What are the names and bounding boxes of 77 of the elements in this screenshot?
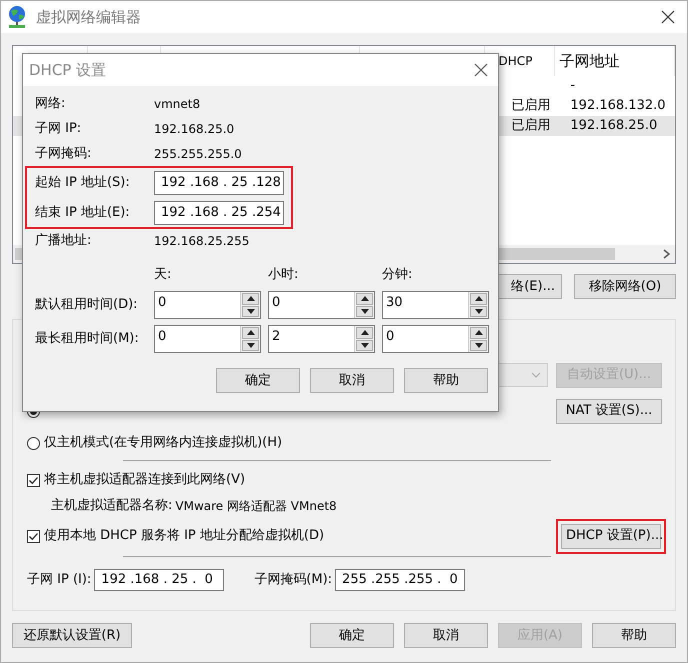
dialog-button[interactable]: 确定 — [310, 623, 394, 648]
restore-defaults-button[interactable]: 还原默认设置(R) — [12, 623, 132, 648]
adapter-name-value: VMware 网络适配器 VMnet8 — [175, 498, 337, 515]
spin-field[interactable]: 0 — [268, 291, 375, 319]
dialog-button[interactable]: 帮助 — [592, 623, 676, 648]
dhcp-settings-button[interactable]: DHCP 设置(P)... — [561, 524, 661, 548]
spin-field[interactable]: 2 — [268, 325, 375, 353]
ip-address-field[interactable]: 192 .168 . 25 .128 — [154, 170, 284, 194]
subnet-ip-label: 子网 IP (I): — [27, 571, 92, 590]
column-header[interactable]: 子网地址 — [559, 50, 620, 72]
info-value: vmnet8 — [154, 96, 200, 112]
field-value: 2 — [271, 328, 282, 346]
subnet-mask-label: 子网掩码(M): — [254, 571, 332, 590]
window-title: 虚拟网络编辑器 — [36, 6, 141, 28]
column-heading: 天: — [154, 266, 172, 284]
spin-down-icon[interactable] — [470, 306, 487, 317]
spin-up-icon[interactable] — [470, 293, 487, 304]
spin-up-icon[interactable] — [356, 293, 373, 304]
spin-field[interactable]: 30 — [382, 291, 489, 319]
info-label: 网络: — [35, 94, 66, 113]
checkbox-label[interactable]: 将主机虚拟适配器连接到此网络(V) — [44, 470, 246, 490]
dialog-button[interactable]: 取消 — [404, 623, 488, 648]
field-value: 0 — [157, 294, 168, 312]
spin-field[interactable]: 0 — [154, 291, 261, 319]
spin-up-icon[interactable] — [242, 327, 259, 338]
spin-down-icon[interactable] — [470, 340, 487, 351]
close-icon[interactable] — [474, 63, 488, 77]
info-value: 192.168.25.0 — [154, 120, 234, 138]
dialog-button[interactable]: 取消 — [310, 368, 394, 393]
dialog-button[interactable]: 帮助 — [404, 368, 488, 393]
scroll-right-icon[interactable] — [663, 249, 671, 259]
checkbox-label[interactable]: 使用本地 DHCP 服务将 IP 地址分配给虚拟机(D) — [44, 526, 324, 546]
column-header[interactable]: DHCP — [498, 52, 532, 70]
ip-range-label: 起始 IP 地址(S): — [35, 174, 131, 192]
info-value: 192.168.25.255 — [154, 233, 250, 250]
info-value: 255.255.255.0 — [154, 146, 242, 162]
lease-label: 默认租用时间(D): — [35, 296, 139, 314]
info-label: 子网掩码: — [35, 144, 92, 163]
remove-network-button[interactable]: 移除网络(O) — [574, 274, 676, 299]
radio-label[interactable]: 仅主机模式(在专用网络内连接虚拟机)(H) — [44, 433, 282, 453]
ip-range-label: 结束 IP 地址(E): — [35, 204, 131, 222]
close-icon[interactable] — [661, 10, 675, 24]
ip-address-field[interactable]: 192 .168 . 25 .254 — [154, 200, 284, 224]
table-cell: 已启用 — [512, 98, 551, 114]
spin-down-icon[interactable] — [356, 340, 373, 351]
adapter-name-label: 主机虚拟适配器名称: — [51, 497, 172, 516]
table-cell: 192.168.25.0 — [570, 118, 658, 134]
field-value: 0 — [157, 328, 168, 346]
table-cell: 192.168.132.0 — [570, 98, 666, 114]
nat-settings-button[interactable]: NAT 设置(S)... — [556, 398, 662, 424]
spin-down-icon[interactable] — [242, 340, 259, 351]
checkbox[interactable] — [27, 474, 40, 486]
lease-label: 最长租用时间(M): — [35, 330, 140, 348]
spin-up-icon[interactable] — [470, 327, 487, 338]
column-heading: 分钟: — [382, 266, 414, 284]
column-heading: 小时: — [268, 266, 300, 284]
field-value: 0 — [385, 328, 396, 346]
spin-up-icon[interactable] — [242, 293, 259, 304]
subnet-ip-field[interactable]: 192 .168 . 25 . 0 — [94, 569, 224, 591]
dialog-title: DHCP 设置 — [29, 60, 106, 81]
dialog-button[interactable]: 确定 — [216, 368, 300, 393]
radio-button[interactable] — [27, 436, 40, 450]
field-value: 30 — [385, 294, 404, 312]
field-value: 0 — [271, 294, 282, 312]
spin-down-icon[interactable] — [242, 306, 259, 317]
spin-field[interactable]: 0 — [154, 325, 261, 353]
spin-field[interactable]: 0 — [382, 325, 489, 353]
table-cell: 已启用 — [512, 118, 551, 134]
spin-down-icon[interactable] — [356, 306, 373, 317]
globe-icon — [6, 5, 28, 29]
table-cell: - — [570, 78, 576, 94]
spin-up-icon[interactable] — [356, 327, 373, 338]
checkbox[interactable] — [27, 530, 40, 542]
info-label: 子网 IP: — [35, 120, 82, 138]
subnet-mask-field[interactable]: 255 .255 .255 . 0 — [335, 569, 466, 591]
chevron-down-icon — [531, 372, 541, 378]
info-label: 广播地址: — [35, 232, 92, 250]
